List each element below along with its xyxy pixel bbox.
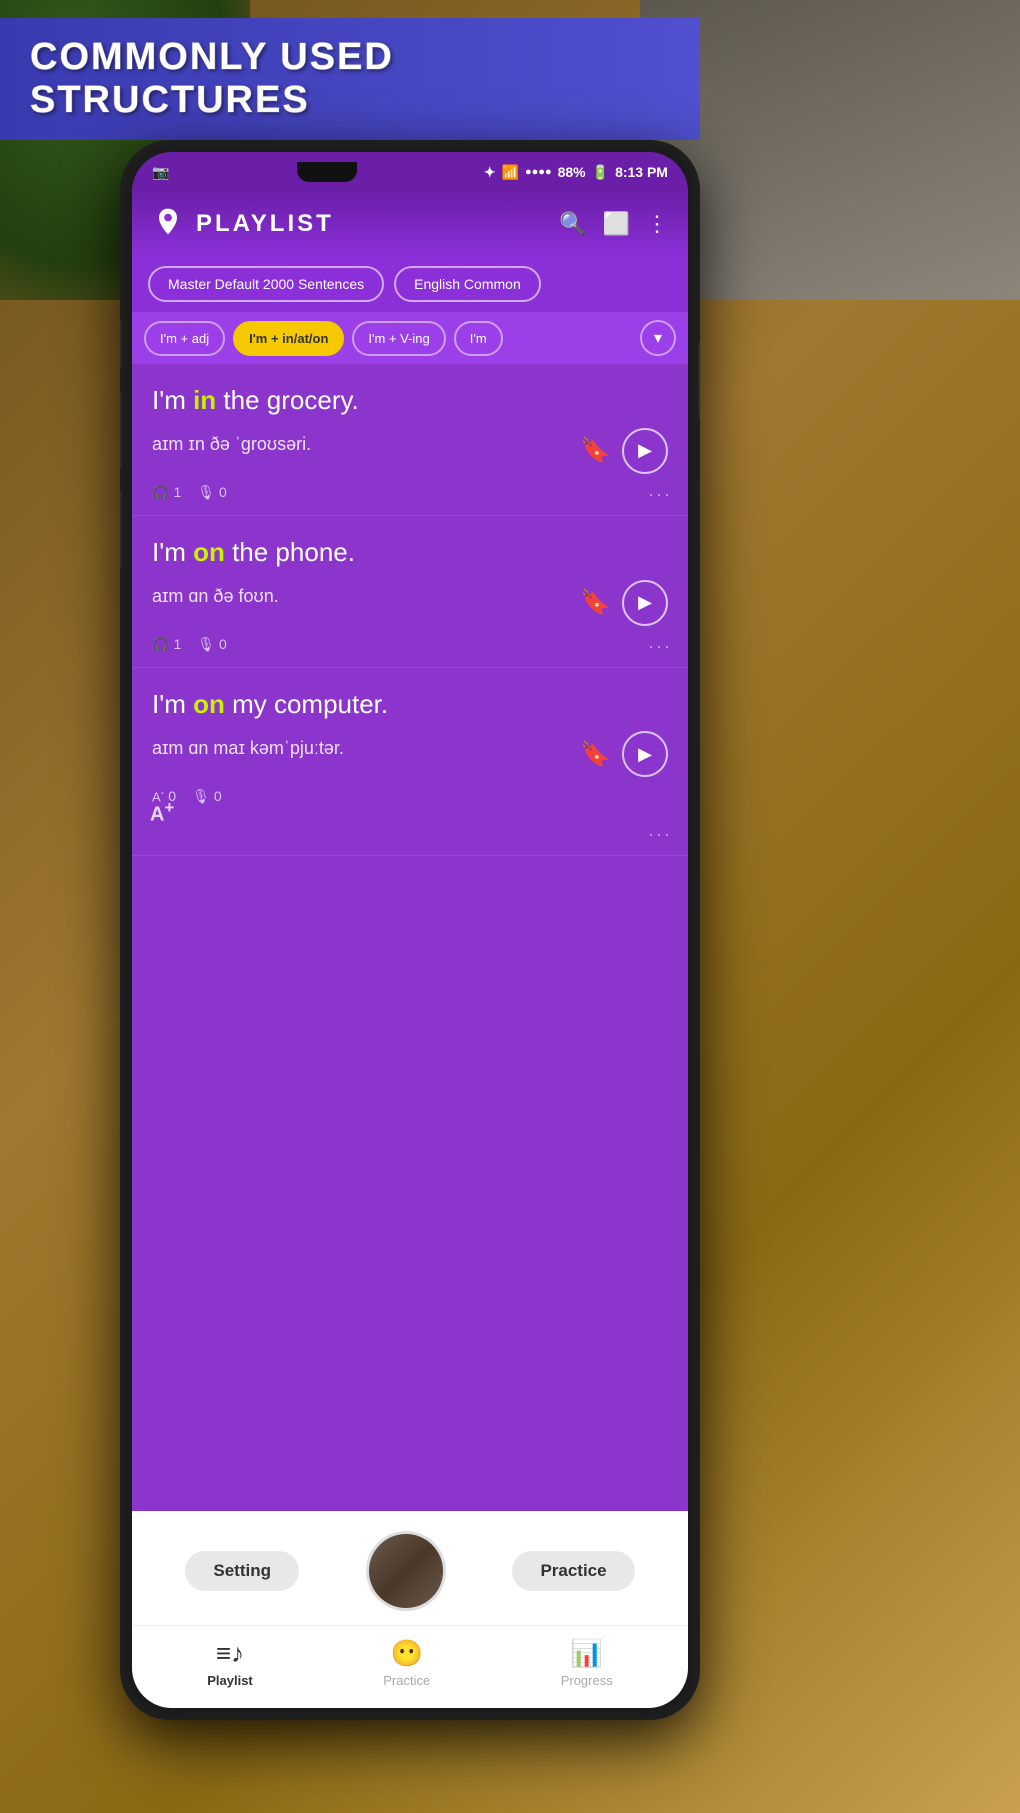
nav-playlist-label: Playlist <box>207 1673 253 1688</box>
phone-screen: 📷 ✦ 📶 ●●●● 88% 🔋 8:13 PM PLAYLIST 🔍 ⬜ <box>132 152 688 1708</box>
playlist-tabs: Master Default 2000 Sentences English Co… <box>132 256 688 312</box>
practice-stat-3: 🎙 0 <box>192 788 222 805</box>
playlist-nav-icon: ≡♪ <box>216 1638 244 1669</box>
video-icon: 📷 <box>152 164 169 181</box>
listen-stat-2: 🎧 1 <box>152 636 181 653</box>
avatar-image <box>369 1534 443 1608</box>
sentence-3-highlight: on <box>193 689 225 719</box>
status-right: ✦ 📶 ●●●● 88% 🔋 8:13 PM <box>484 164 668 181</box>
bluetooth-icon: ✦ <box>484 164 496 181</box>
sentence-1-stats: 🎧 1 🎙 0 <box>152 484 668 501</box>
sentence-1-highlight: in <box>193 385 216 415</box>
practice-button[interactable]: Practice <box>512 1551 634 1591</box>
bookmark-icon-1[interactable]: 🔖 <box>580 436 610 465</box>
signal-strength: ●●●● <box>525 166 552 178</box>
sentence-card-3: I'm on my computer. aɪm ɑn maɪ kəmˈpjuːt… <box>132 668 688 856</box>
time-display: 8:13 PM <box>615 164 668 180</box>
practice-stat-1: 🎙 0 <box>197 484 227 501</box>
sentence-1-suffix: the grocery. <box>216 385 359 415</box>
sentence-3-text: I'm on my computer. <box>152 688 668 722</box>
nav-practice-label: Practice <box>383 1673 430 1688</box>
power-button <box>698 340 700 420</box>
camera-notch <box>297 162 357 182</box>
more-dots-2[interactable]: ··· <box>648 636 672 657</box>
practice-nav-icon: 😶 <box>391 1638 423 1669</box>
sentence-2-prefix: I'm <box>152 537 193 567</box>
tab-master-default[interactable]: Master Default 2000 Sentences <box>148 266 384 302</box>
nav-progress-label: Progress <box>561 1673 613 1688</box>
bottom-nav: ≡♪ Playlist 😶 Practice 📊 Progress <box>132 1625 688 1708</box>
sentence-card-1: I'm in the grocery. aɪm ɪn ðə ˈɡroʊsəri.… <box>132 364 688 516</box>
filter-im-adj[interactable]: I'm + adj <box>144 321 225 356</box>
filter-tabs: I'm + adj I'm + in/at/on I'm + V-ing I'm… <box>132 312 688 364</box>
sentence-3-controls: 🔖 ▶ <box>580 731 668 777</box>
volume-up-button <box>120 390 122 470</box>
headphone-icon: 🎧 <box>152 484 169 501</box>
sentence-1-phonetic: aɪm ɪn ðə ˈɡroʊsəri. <box>152 434 311 455</box>
sentence-3-suffix: my computer. <box>225 689 388 719</box>
filter-im-in-at-on[interactable]: I'm + in/at/on <box>233 321 344 356</box>
banner: COMMONLY USED STRUCTURES <box>0 18 700 140</box>
practice-icon-2: 🎙 <box>197 636 215 653</box>
chevron-down-icon: ▾ <box>654 328 662 348</box>
tab-english-common[interactable]: English Common <box>394 266 541 302</box>
status-left: 📷 <box>152 164 169 181</box>
setting-button[interactable]: Setting <box>185 1551 299 1591</box>
sentences-list: I'm in the grocery. aɪm ɪn ðə ˈɡroʊsəri.… <box>132 364 688 1511</box>
app-title: PLAYLIST <box>196 210 547 238</box>
status-bar: 📷 ✦ 📶 ●●●● 88% 🔋 8:13 PM <box>132 152 688 192</box>
headphone-icon-2: 🎧 <box>152 636 169 653</box>
volume-down-button <box>120 490 122 570</box>
user-avatar[interactable] <box>366 1531 446 1611</box>
sentence-2-highlight: on <box>193 537 225 567</box>
action-buttons: Setting Practice <box>132 1521 688 1625</box>
volume-silent-button <box>120 320 122 370</box>
more-dots-3[interactable]: ··· <box>648 824 672 845</box>
listen-stat-1: 🎧 1 <box>152 484 181 501</box>
sentence-2-controls: 🔖 ▶ <box>580 580 668 626</box>
header-icons: 🔍 ⬜ ⋮ <box>559 211 668 237</box>
bookmark-icon-2[interactable]: 🔖 <box>580 588 610 617</box>
app-header: PLAYLIST 🔍 ⬜ ⋮ <box>132 192 688 256</box>
practice-icon-3: 🎙 <box>192 788 210 805</box>
sentence-1-text: I'm in the grocery. <box>152 384 668 418</box>
expand-icon[interactable]: ⬜ <box>603 211 630 237</box>
play-button-3[interactable]: ▶ <box>622 731 668 777</box>
play-button-1[interactable]: ▶ <box>622 428 668 474</box>
filter-im[interactable]: I'm <box>454 321 503 356</box>
wifi-icon: 📶 <box>502 164 519 181</box>
practice-stat-2: 🎙 0 <box>197 636 227 653</box>
sentence-2-phonetic: aɪm ɑn ðə foʊn. <box>152 586 279 607</box>
nav-progress[interactable]: 📊 Progress <box>561 1638 613 1688</box>
sentence-3-phonetic: aɪm ɑn maɪ kəmˈpjuːtər. <box>152 738 344 759</box>
play-button-2[interactable]: ▶ <box>622 580 668 626</box>
sentence-3-stats: A- 0 🎙 0 <box>152 787 668 804</box>
more-options-icon[interactable]: ⋮ <box>646 211 668 237</box>
practice-icon: 🎙 <box>197 484 215 501</box>
battery-icon: 🔋 <box>592 164 609 181</box>
sentence-2-suffix: the phone. <box>225 537 355 567</box>
sentence-2-stats: 🎧 1 🎙 0 <box>152 636 668 653</box>
filter-dropdown-icon[interactable]: ▾ <box>640 320 676 356</box>
banner-text: COMMONLY USED STRUCTURES <box>30 36 670 122</box>
nav-practice[interactable]: 😶 Practice <box>383 1638 430 1688</box>
app-logo-icon <box>152 206 184 242</box>
battery-level: 88% <box>558 164 586 180</box>
sentence-3-prefix: I'm <box>152 689 193 719</box>
nav-playlist[interactable]: ≡♪ Playlist <box>207 1638 253 1688</box>
bookmark-icon-3[interactable]: 🔖 <box>580 740 610 769</box>
font-large-icon: A+ <box>150 798 174 827</box>
sentence-1-prefix: I'm <box>152 385 193 415</box>
sentence-1-controls: 🔖 ▶ <box>580 428 668 474</box>
more-dots-1[interactable]: ··· <box>648 484 672 505</box>
bottom-area: Setting Practice ≡♪ Playlist 😶 Practice … <box>132 1511 688 1708</box>
sentence-card-2: I'm on the phone. aɪm ɑn ðə foʊn. 🔖 ▶ 🎧 … <box>132 516 688 668</box>
search-icon[interactable]: 🔍 <box>559 211 586 237</box>
phone-frame: 📷 ✦ 📶 ●●●● 88% 🔋 8:13 PM PLAYLIST 🔍 ⬜ <box>120 140 700 1720</box>
sentence-2-text: I'm on the phone. <box>152 536 668 570</box>
progress-nav-icon: 📊 <box>571 1638 603 1669</box>
filter-im-ving[interactable]: I'm + V-ing <box>352 321 445 356</box>
